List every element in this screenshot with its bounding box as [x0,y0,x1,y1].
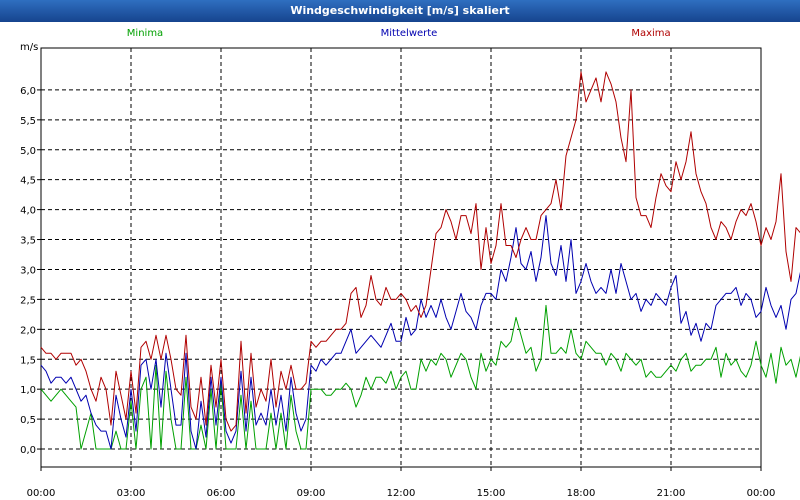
y-axis-label: m/s [20,42,38,53]
y-tick-label: 3,0 [20,265,36,276]
y-tick-label: 2,5 [20,295,36,306]
y-tick-label: 0,0 [20,445,36,456]
y-tick-label: 0,5 [20,415,36,426]
x-tick-time-label: 15:00 [477,488,506,499]
legend-item-mittelwerte: Mittelwerte [381,28,438,39]
x-tick-time-label: 18:00 [567,488,596,499]
legend-item-maxima: Maxima [631,28,670,39]
chart-window: Windgeschwindigkeit [m/s] skaliert 0,0 0,… [0,0,800,500]
x-tick-time-label: 00:00 [747,488,776,499]
x-tick-time-label: 12:00 [387,488,416,499]
y-tick-label: 5,5 [20,116,36,127]
y-tick-label: 6,0 [20,86,36,97]
y-tick-label: 1,5 [20,355,36,366]
x-tick-time-label: 21:00 [657,488,686,499]
x-tick-time-label: 03:00 [117,488,146,499]
y-tick-label: 2,0 [20,325,36,336]
x-tick-time-label: 06:00 [207,488,236,499]
x-tick-time-label: 09:00 [297,488,326,499]
y-tick-label: 5,0 [20,146,36,157]
x-tick-time-label: 00:00 [27,488,56,499]
y-tick-label: 3,5 [20,236,36,247]
chart-title: Windgeschwindigkeit [m/s] skaliert [0,0,800,22]
legend-item-minima: Minima [127,28,163,39]
line-chart: 0,0 0,5 1,0 1,5 2,0 2,5 3,0 3,5 4,0 4,5 5,0 5,5 6,0 0… [0,22,800,500]
y-tick-label: 4,0 [20,206,36,217]
y-tick-label: 4,5 [20,176,36,187]
y-tick-label: 1,0 [20,385,36,396]
